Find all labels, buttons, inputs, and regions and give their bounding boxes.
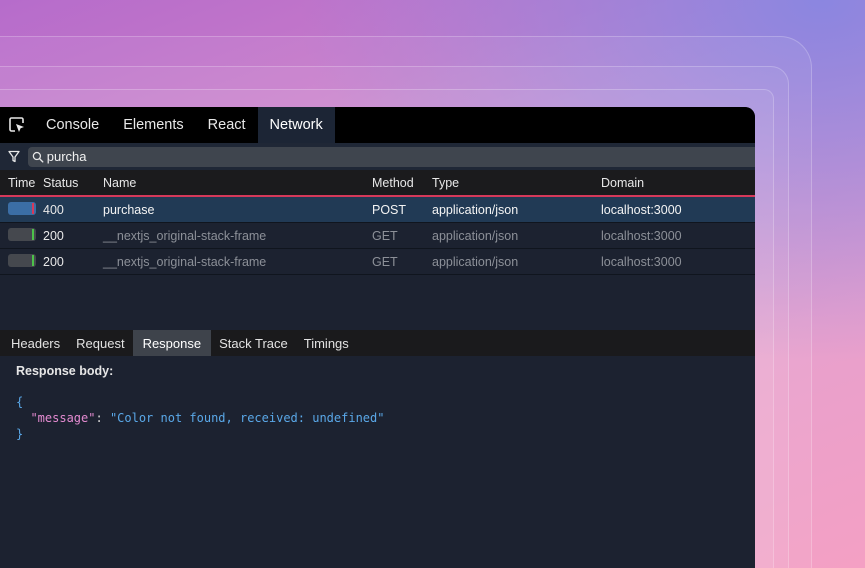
table-header: Time Status Name Method Type Domain xyxy=(0,170,755,197)
domain-cell: localhost:3000 xyxy=(601,254,682,269)
filter-bar xyxy=(0,143,755,170)
name-cell: purchase xyxy=(103,202,155,217)
column-header-status[interactable]: Status xyxy=(43,176,103,190)
table-row[interactable]: 200 __nextjs_original-stack-frame GET ap… xyxy=(0,249,755,275)
column-header-method[interactable]: Method xyxy=(372,176,432,190)
tab-elements[interactable]: Elements xyxy=(111,107,195,143)
response-body-title: Response body: xyxy=(16,364,114,378)
status-cell: 400 xyxy=(43,202,64,217)
timing-bar xyxy=(8,201,36,215)
timing-bar xyxy=(8,253,36,267)
type-cell: application/json xyxy=(432,202,519,217)
time-cell xyxy=(0,253,43,270)
status-cell: 200 xyxy=(43,254,64,269)
name-cell: __nextjs_original-stack-frame xyxy=(103,254,267,269)
tab-request[interactable]: Request xyxy=(68,330,132,356)
json-close-brace: } xyxy=(16,427,24,441)
inspect-element-button[interactable] xyxy=(0,107,34,143)
response-json: { "message": "Color not found, received:… xyxy=(16,394,739,442)
tab-stack-trace[interactable]: Stack Trace xyxy=(211,330,296,356)
tab-headers[interactable]: Headers xyxy=(3,330,68,356)
timing-bar xyxy=(8,227,36,241)
method-cell: GET xyxy=(372,254,398,269)
column-header-time[interactable]: Time xyxy=(0,176,43,190)
time-cell xyxy=(0,227,43,244)
type-cell: application/json xyxy=(432,254,519,269)
devtools-tabbar: Console Elements React Network xyxy=(0,107,755,143)
inspect-element-icon xyxy=(9,117,24,132)
column-header-domain[interactable]: Domain xyxy=(601,176,755,190)
request-list-empty-space xyxy=(0,275,755,330)
json-value: "Color not found, received: undefined" xyxy=(109,411,385,425)
json-open-brace: { xyxy=(16,395,24,409)
json-key: "message" xyxy=(30,411,96,425)
type-cell: application/json xyxy=(432,228,519,243)
tab-response[interactable]: Response xyxy=(132,330,212,356)
tab-react[interactable]: React xyxy=(196,107,258,143)
method-cell: POST xyxy=(372,202,407,217)
table-row[interactable]: 400 purchase POST application/json local… xyxy=(0,197,755,223)
method-cell: GET xyxy=(372,228,398,243)
filter-input[interactable] xyxy=(46,149,755,164)
status-cell: 200 xyxy=(43,228,64,243)
domain-cell: localhost:3000 xyxy=(601,228,682,243)
search-box xyxy=(28,146,755,167)
domain-cell: localhost:3000 xyxy=(601,202,682,217)
json-colon: : xyxy=(95,411,110,425)
tab-console[interactable]: Console xyxy=(34,107,111,143)
time-cell xyxy=(0,201,43,218)
table-row[interactable]: 200 __nextjs_original-stack-frame GET ap… xyxy=(0,223,755,249)
tab-network[interactable]: Network xyxy=(257,107,335,143)
filter-button[interactable] xyxy=(0,150,28,163)
response-panel: Response body: { "message": "Color not f… xyxy=(0,356,755,450)
search-icon xyxy=(32,151,44,163)
devtools-panel: Console Elements React Network Time Stat… xyxy=(0,107,755,568)
detail-tabbar: Headers Request Response Stack Trace Tim… xyxy=(0,330,755,356)
column-header-name[interactable]: Name xyxy=(103,176,372,190)
column-header-type[interactable]: Type xyxy=(432,176,601,190)
filter-icon xyxy=(8,150,20,163)
name-cell: __nextjs_original-stack-frame xyxy=(103,228,267,243)
tab-timings[interactable]: Timings xyxy=(296,330,357,356)
